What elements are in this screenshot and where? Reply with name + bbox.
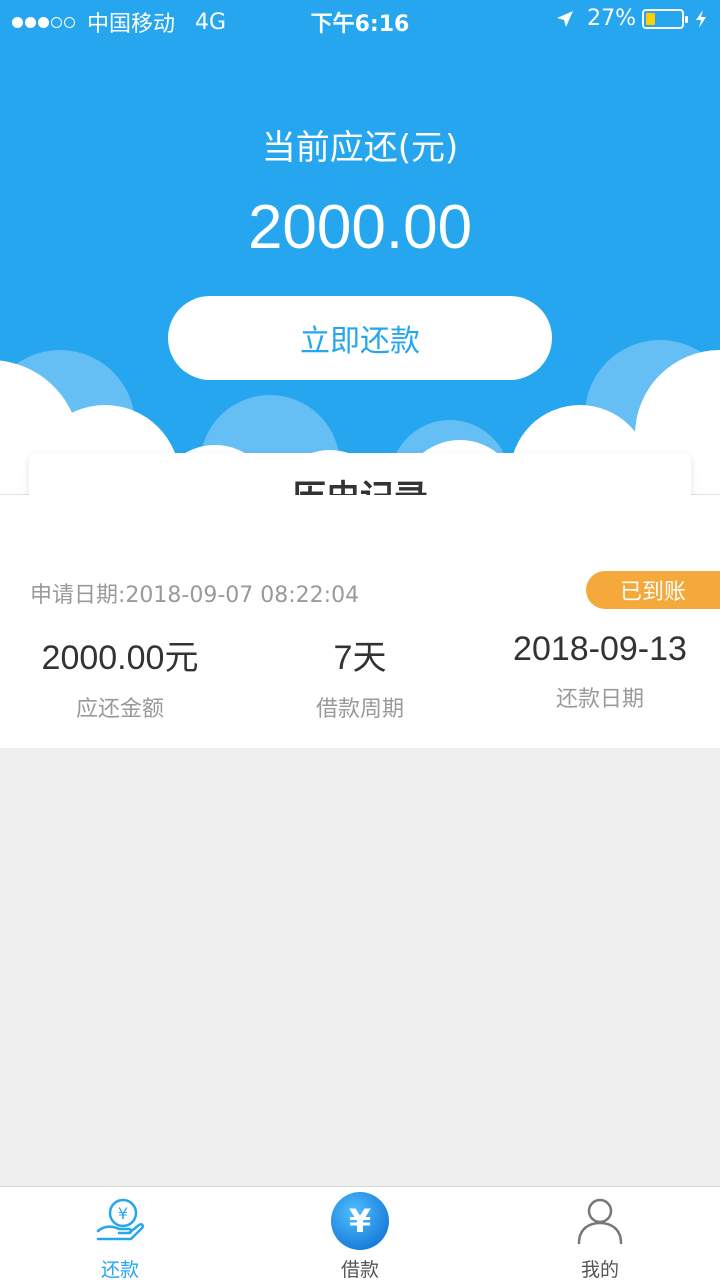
repay-now-button[interactable]: 立即还款	[168, 296, 552, 380]
hand-yen-icon: ¥	[96, 1198, 145, 1241]
location-arrow-icon	[557, 10, 574, 27]
repay-date-label: 还款日期	[555, 687, 644, 712]
due-amount-value: 2000.00元	[41, 639, 199, 677]
loan-period-column: 7天 借款周期	[240, 630, 480, 723]
current-due-label: 当前应还(元)	[261, 128, 459, 168]
hero-header: 中国移动 4G 下午6:16 27% 当前应还(元) 2000.00 立即还款	[0, 0, 720, 495]
charging-bolt-icon	[696, 9, 706, 28]
tab-borrow-label: 借款	[340, 1259, 379, 1280]
status-badge: 已到账	[586, 571, 720, 609]
tab-mine-label: 我的	[580, 1259, 619, 1280]
tab-repay-label: 还款	[100, 1259, 139, 1280]
tab-borrow[interactable]: ¥ 借款	[240, 1187, 480, 1280]
svg-text:¥: ¥	[349, 1202, 371, 1240]
history-record[interactable]: 申请日期:2018-09-07 08:22:04 已到账 2000.00元 应还…	[0, 495, 720, 748]
repay-date-column: 2018-09-13 还款日期	[480, 630, 720, 713]
tab-mine[interactable]: 我的	[480, 1187, 720, 1280]
battery-icon	[642, 8, 688, 29]
due-amount-label: 应还金额	[75, 697, 164, 722]
battery-level	[646, 12, 656, 25]
battery-percent: 27%	[587, 6, 636, 31]
svg-text:¥: ¥	[118, 1204, 128, 1223]
due-amount-column: 2000.00元 应还金额	[0, 630, 240, 723]
loan-period-label: 借款周期	[315, 697, 404, 722]
tab-repay[interactable]: ¥ 还款	[0, 1187, 240, 1280]
loan-period-value: 7天	[333, 639, 387, 677]
user-icon	[577, 1198, 623, 1245]
current-due-amount: 2000.00	[247, 193, 473, 262]
repay-date-value: 2018-09-13	[513, 630, 687, 668]
bottom-tab-bar: ¥ 还款 ¥ 借款 我的	[0, 1186, 720, 1280]
yen-circle-icon: ¥	[331, 1192, 389, 1250]
apply-date: 申请日期:2018-09-07 08:22:04	[30, 583, 360, 608]
status-bar: 中国移动 4G 下午6:16 27%	[0, 0, 720, 40]
